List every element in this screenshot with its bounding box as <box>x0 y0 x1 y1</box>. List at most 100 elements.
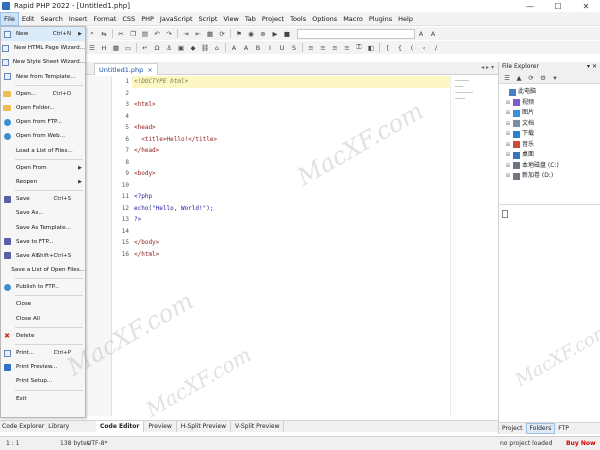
indent-icon[interactable]: ⇥ <box>182 29 191 38</box>
code-line[interactable] <box>132 180 450 192</box>
tab-untitled1[interactable]: Untitled1.php × <box>94 63 158 75</box>
code-line[interactable]: <head> <box>132 122 450 134</box>
code-line[interactable]: <body> <box>132 168 450 180</box>
menu-item-print-preview[interactable]: Print Preview... <box>1 360 85 374</box>
home-icon[interactable]: ⌂ <box>213 43 222 52</box>
bracket-icon[interactable]: [ <box>384 43 393 52</box>
menu-script[interactable]: Script <box>196 12 221 26</box>
comment-icon[interactable]: / <box>432 43 441 52</box>
preview-icon[interactable]: ◉ <box>247 29 256 38</box>
menu-item-open-folder[interactable]: Open Folder... <box>1 101 85 115</box>
undo-icon[interactable]: ↶ <box>153 29 162 38</box>
cut-icon[interactable]: ✂ <box>117 29 126 38</box>
code-line[interactable]: echo("Hello, World!"); <box>132 203 450 215</box>
code-line[interactable]: </html> <box>132 249 450 261</box>
list-icon[interactable]: ☰ <box>88 43 97 52</box>
code-line[interactable]: <?php <box>132 191 450 203</box>
tree-item[interactable]: ⊞ 图片 <box>499 108 600 119</box>
code-minimap[interactable] <box>450 76 498 416</box>
break-icon[interactable]: ↵ <box>141 43 150 52</box>
expand-icon[interactable]: ⊞ <box>505 171 511 182</box>
menu-item-save-as[interactable]: Save As... <box>1 206 85 220</box>
tree-item[interactable]: ⊞ 本地磁盘 (C:) <box>499 161 600 172</box>
tree-item[interactable]: ⊞ 下载 <box>499 129 600 140</box>
menu-tools[interactable]: Tools <box>287 12 309 26</box>
minimize-button[interactable]: — <box>516 0 544 12</box>
menu-macro[interactable]: Macro <box>340 12 366 26</box>
form-icon[interactable]: ▭ <box>124 43 133 52</box>
tab-project[interactable]: Project <box>499 423 526 434</box>
menu-item-new-style-sheet-wizard[interactable]: New Style Sheet Wizard... <box>1 55 85 69</box>
paste-icon[interactable]: ▤ <box>141 29 150 38</box>
tab-h-split-preview[interactable]: H-Split Preview <box>177 421 231 432</box>
menu-item-save-all[interactable]: Save All Shift+Ctrl+S <box>1 249 85 263</box>
expand-icon[interactable]: ⊞ <box>505 161 511 172</box>
brace-icon[interactable]: { <box>396 43 405 52</box>
code-line[interactable] <box>132 157 450 169</box>
menu-options[interactable]: Options <box>309 12 340 26</box>
tree-item[interactable]: ⊞ 视频 <box>499 98 600 109</box>
bold-icon[interactable]: B <box>254 43 263 52</box>
code-line[interactable]: <!DOCTYPE html> <box>132 76 450 88</box>
menu-item-save-as-template[interactable]: Save As Template... <box>1 220 85 234</box>
grid-icon[interactable]: ▦ <box>206 29 215 38</box>
menu-item-close-all[interactable]: Close All <box>1 312 85 326</box>
zoom-icon[interactable]: ⊕ <box>259 29 268 38</box>
menu-css[interactable]: CSS <box>119 12 138 26</box>
menu-item-print[interactable]: Print... Ctrl+P <box>1 346 85 360</box>
font-size-down-icon[interactable]: A <box>429 29 438 38</box>
omega-icon[interactable]: Ω <box>153 43 162 52</box>
highlight-icon[interactable]: A <box>242 43 251 52</box>
text-color-icon[interactable]: A <box>230 43 239 52</box>
code-line[interactable] <box>132 111 450 123</box>
align-center-icon[interactable]: ≡ <box>319 43 328 52</box>
menu-item-close[interactable]: Close <box>1 297 85 311</box>
tag-icon[interactable]: ‹ <box>420 43 429 52</box>
tab-navigation[interactable]: ◂ ▸ ▾ <box>481 64 494 71</box>
expand-icon[interactable]: ⊞ <box>505 119 511 130</box>
tab-close-icon[interactable]: × <box>147 66 152 74</box>
tree-item[interactable]: ⊞ 桌面 <box>499 150 600 161</box>
menu-format[interactable]: Format <box>90 12 119 26</box>
menu-project[interactable]: Project <box>259 12 287 26</box>
font-size-up-icon[interactable]: A <box>417 29 426 38</box>
code-editor[interactable]: <!DOCTYPE html> <html> <head> <title>Hello… <box>132 76 450 416</box>
code-line[interactable]: </body> <box>132 237 450 249</box>
replace-icon[interactable]: ⇆ <box>100 29 109 38</box>
table-icon[interactable]: ▦ <box>112 43 121 52</box>
expand-icon[interactable]: ⊞ <box>505 150 511 161</box>
menu-search[interactable]: Search <box>37 12 65 26</box>
menu-item-save[interactable]: Save Ctrl+S <box>1 192 85 206</box>
code-line[interactable] <box>132 226 450 238</box>
maximize-button[interactable]: ☐ <box>544 0 572 12</box>
italic-icon[interactable]: I <box>266 43 275 52</box>
strike-icon[interactable]: S <box>290 43 299 52</box>
align-left-icon[interactable]: ≡ <box>307 43 316 52</box>
tree-item[interactable]: ⊞ 新加卷 (D:) <box>499 171 600 182</box>
menu-edit[interactable]: Edit <box>19 12 38 26</box>
tab-preview[interactable]: Preview <box>144 421 177 432</box>
folder-up-icon[interactable]: ▲ <box>515 73 524 82</box>
menu-item-save-to-ftp[interactable]: Save to FTP... <box>1 235 85 249</box>
menu-item-new[interactable]: New Ctrl+N ▶ <box>1 27 85 42</box>
code-line[interactable]: <html> <box>132 99 450 111</box>
menu-help[interactable]: Help <box>395 12 416 26</box>
menu-javascript[interactable]: JavaScript <box>157 12 196 26</box>
expand-icon[interactable]: ⊞ <box>505 98 511 109</box>
paren-icon[interactable]: ( <box>408 43 417 52</box>
underline-icon[interactable]: U <box>278 43 287 52</box>
menu-insert[interactable]: Insert <box>66 12 91 26</box>
expand-icon[interactable]: ⊞ <box>505 108 511 119</box>
heading-icon[interactable]: H <box>100 43 109 52</box>
menu-item-publish-to-ftp[interactable]: Publish to FTP... <box>1 280 85 294</box>
menu-php[interactable]: PHP <box>138 12 157 26</box>
sync-icon[interactable]: ⟳ <box>218 29 227 38</box>
file-encoding[interactable]: UTF-8* <box>87 440 108 447</box>
code-line[interactable]: ?> <box>132 214 450 226</box>
code-line[interactable] <box>132 88 450 100</box>
folder-options-icon[interactable]: ▾ <box>551 73 560 82</box>
menu-tab[interactable]: Tab <box>242 12 259 26</box>
redo-icon[interactable]: ↷ <box>165 29 174 38</box>
menu-plugins[interactable]: Plugins <box>366 12 395 26</box>
menu-item-save-a-list-of-open-files[interactable]: Save a List of Open Files... <box>1 263 85 277</box>
